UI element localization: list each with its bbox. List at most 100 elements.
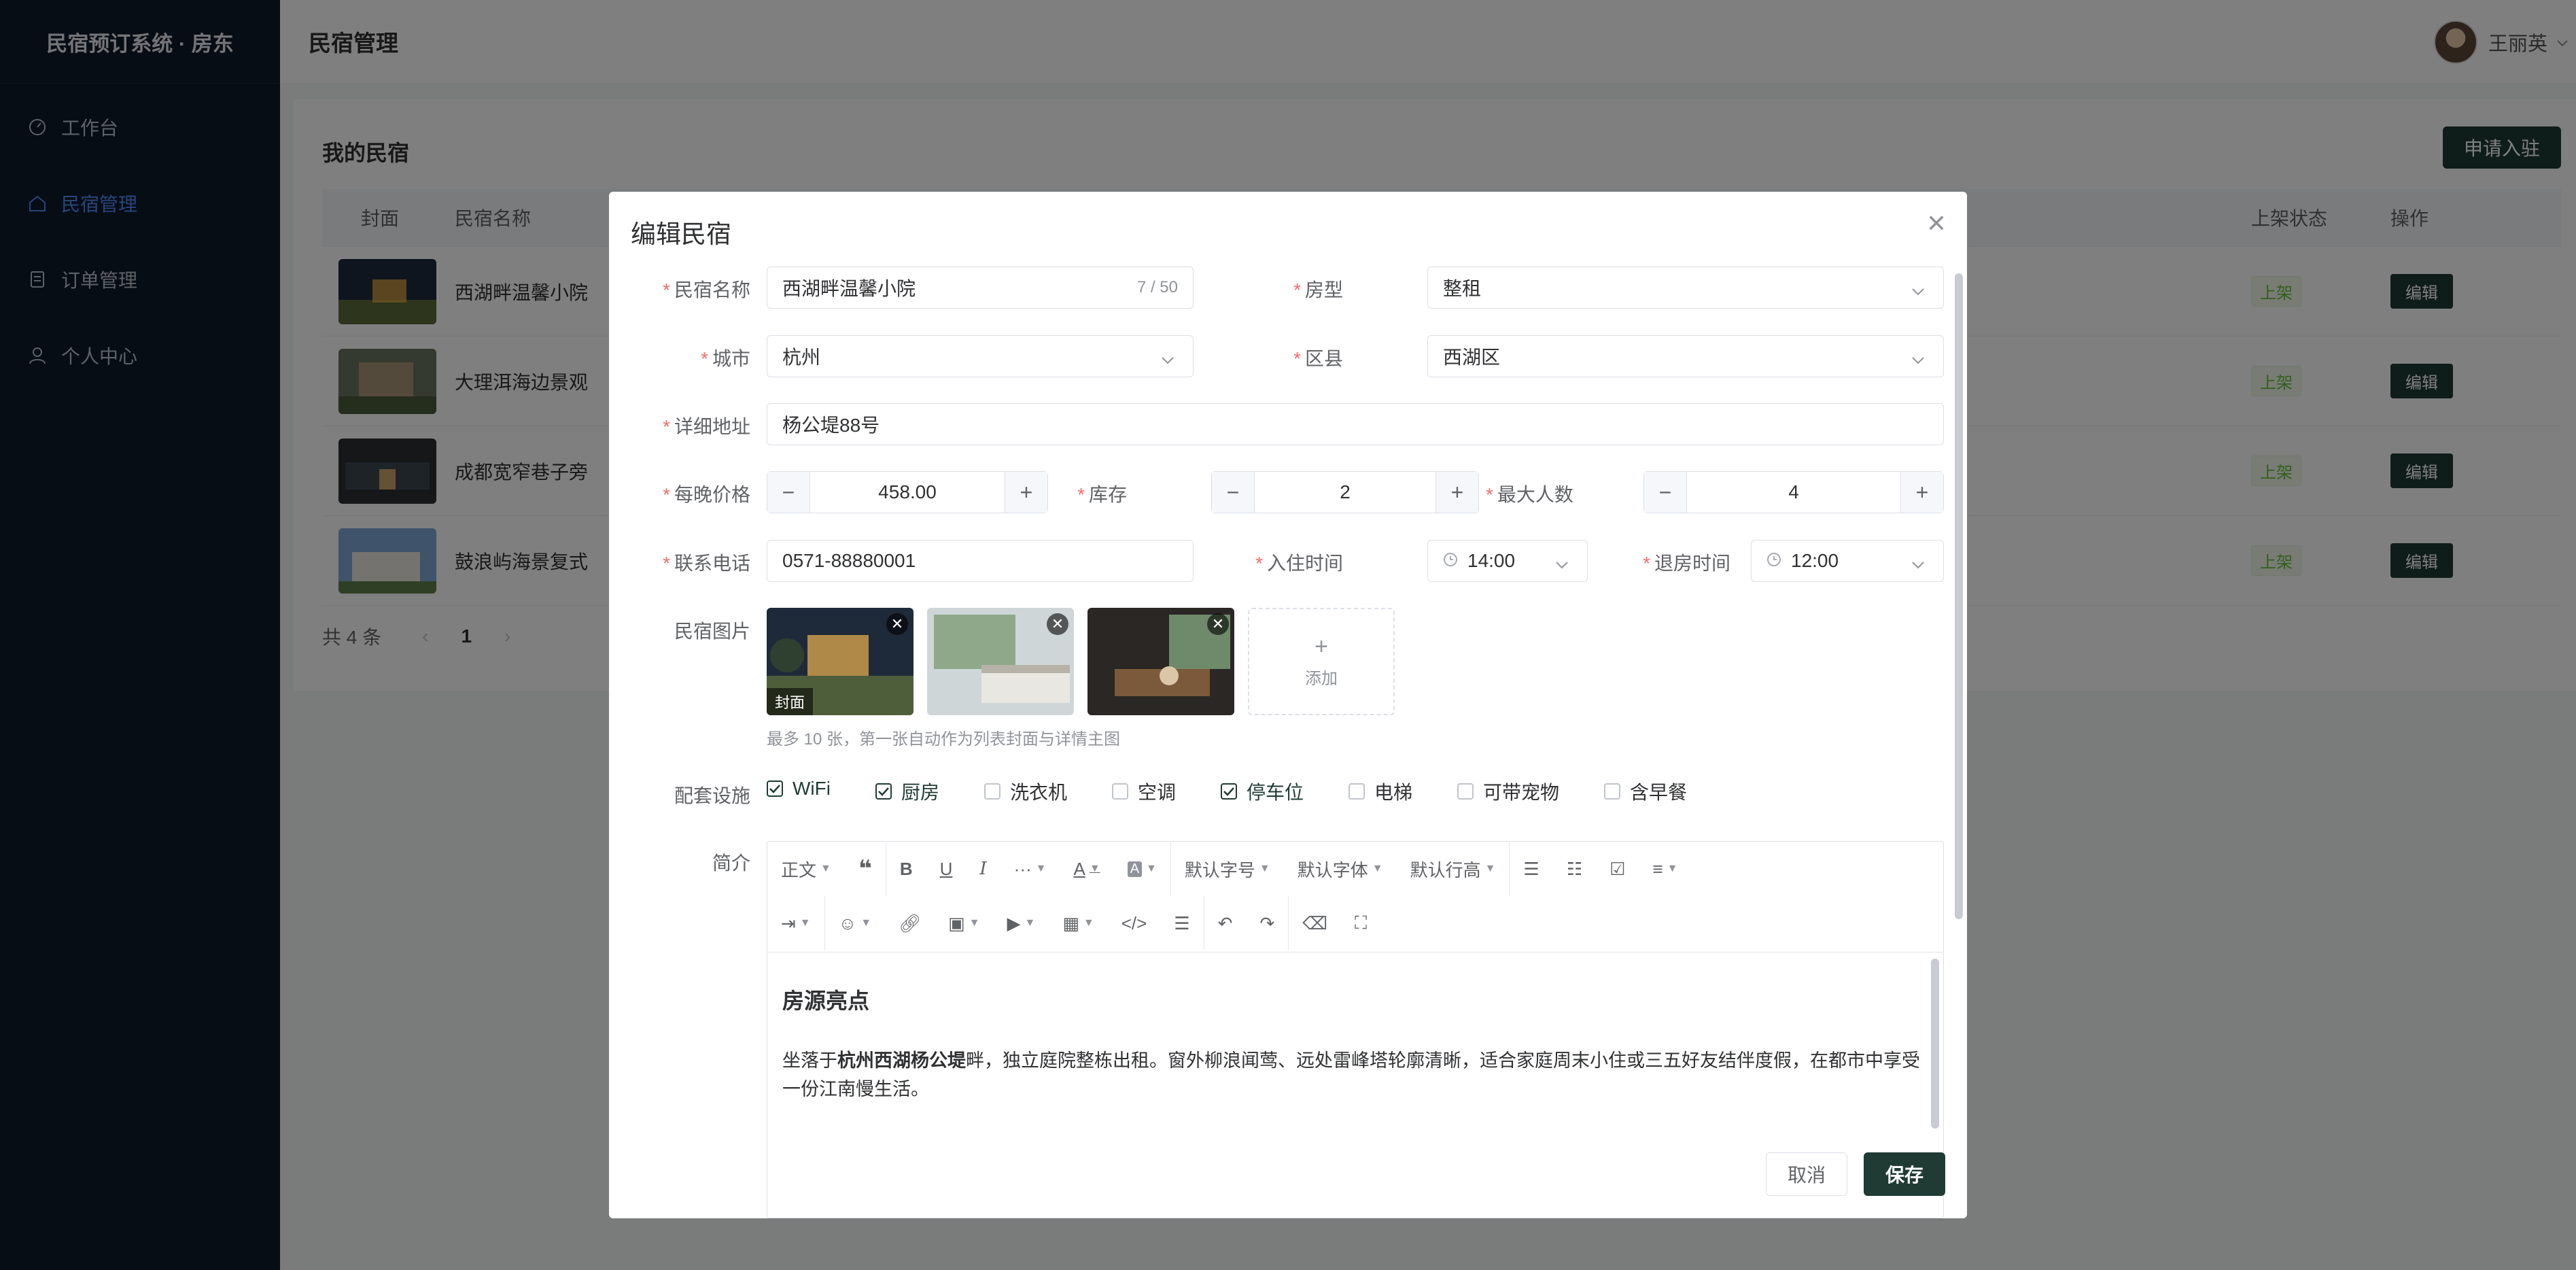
- facility-washer-checkbox[interactable]: 洗衣机: [984, 778, 1067, 805]
- address-input[interactable]: 杨公堤88号: [767, 403, 1944, 445]
- redo-icon[interactable]: ↷: [1246, 896, 1288, 950]
- video-icon[interactable]: ▶ ▼: [993, 896, 1049, 950]
- plus-icon[interactable]: +: [1005, 472, 1047, 513]
- code-icon[interactable]: </>: [1108, 896, 1161, 950]
- remove-photo-icon[interactable]: ✕: [886, 613, 908, 635]
- price-stepper[interactable]: − 458.00 +: [767, 471, 1048, 513]
- emoji-icon[interactable]: ☺ ▼: [825, 896, 885, 950]
- facility-parking-checkbox[interactable]: 停车位: [1221, 778, 1304, 805]
- font-size-dropdown[interactable]: 默认字号 ▼: [1171, 842, 1284, 896]
- checkbox-unchecked-icon: [1604, 783, 1620, 800]
- intro-heading: 房源亮点: [782, 989, 870, 1013]
- quote-icon[interactable]: ❝: [845, 842, 886, 896]
- room-type-select[interactable]: 整租: [1427, 267, 1944, 309]
- facilities-label: 配套设施: [674, 785, 750, 806]
- phone-input[interactable]: 0571-88880001: [767, 540, 1194, 582]
- edit-homestay-dialog: 编辑民宿 ✕ * 民宿名称 西湖畔温馨小院 7 / 50 * 房型 整租 * 城市 杭州…: [609, 192, 1967, 1218]
- checkbox-unchecked-icon: [1112, 783, 1128, 800]
- bullet-list-icon[interactable]: ☰: [1510, 842, 1552, 896]
- checkbox-unchecked-icon: [984, 783, 1000, 800]
- dialog-title: 编辑民宿: [631, 220, 731, 248]
- price-label: * 每晚价格: [663, 484, 750, 505]
- facility-kitchen-checkbox[interactable]: 厨房: [875, 778, 939, 805]
- facility-wifi-checkbox[interactable]: WiFi: [767, 778, 831, 800]
- photos-hint: 最多 10 张，第一张自动作为列表封面与详情主图: [767, 730, 1121, 749]
- line-height-dropdown[interactable]: 默认行高 ▼: [1397, 842, 1510, 896]
- cover-tag: 封面: [767, 688, 814, 715]
- photo-item[interactable]: ✕: [927, 608, 1074, 715]
- phone-label: * 联系电话: [663, 553, 750, 574]
- checkbox-unchecked-icon: [1348, 783, 1365, 800]
- char-count: 7 / 50: [1136, 278, 1178, 296]
- checkbox-unchecked-icon: [1457, 783, 1474, 800]
- address-label: * 详细地址: [663, 416, 750, 437]
- stock-label: * 库存: [1077, 484, 1127, 505]
- intro-label: 简介: [712, 853, 750, 874]
- editor-scrollbar[interactable]: [1931, 959, 1939, 1129]
- numbered-list-icon[interactable]: ☷: [1553, 842, 1596, 896]
- city-label: * 城市: [701, 348, 750, 369]
- todo-list-icon[interactable]: ☑: [1596, 842, 1639, 896]
- facility-ac-checkbox[interactable]: 空调: [1112, 778, 1176, 805]
- plus-icon[interactable]: +: [1435, 472, 1478, 513]
- paragraph-dropdown[interactable]: 正文 ▼: [767, 842, 845, 896]
- facility-elevator-checkbox[interactable]: 电梯: [1348, 778, 1412, 805]
- close-icon[interactable]: ✕: [1926, 209, 1947, 238]
- minus-icon[interactable]: −: [1644, 472, 1687, 513]
- chevron-down-icon: [1911, 553, 1926, 574]
- name-label: * 民宿名称: [663, 279, 750, 301]
- chevron-down-icon: [1160, 348, 1175, 370]
- fullscreen-icon[interactable]: ⛶: [1341, 896, 1380, 950]
- name-input[interactable]: 西湖畔温馨小院 7 / 50: [767, 267, 1194, 309]
- italic-icon[interactable]: I: [966, 842, 1000, 896]
- indent-icon[interactable]: ⇥ ▼: [767, 896, 824, 950]
- checkbox-checked-icon: [1221, 783, 1237, 800]
- stock-stepper[interactable]: − 2 +: [1211, 471, 1479, 513]
- save-button[interactable]: 保存: [1864, 1152, 1945, 1196]
- add-photo-button[interactable]: + 添加: [1248, 608, 1395, 715]
- chevron-down-icon: [1911, 279, 1926, 301]
- checkin-time-select[interactable]: 14:00: [1427, 540, 1588, 582]
- font-family-dropdown[interactable]: 默认字体 ▼: [1284, 842, 1397, 896]
- district-select[interactable]: 西湖区: [1427, 335, 1944, 377]
- remove-photo-icon[interactable]: ✕: [1047, 613, 1068, 635]
- chevron-down-icon: [1911, 348, 1926, 370]
- bold-icon[interactable]: B: [886, 842, 926, 896]
- max-guests-stepper[interactable]: − 4 +: [1643, 471, 1944, 513]
- dialog-scrollbar[interactable]: [1955, 273, 1963, 919]
- align-icon[interactable]: ≡ ▼: [1639, 842, 1691, 896]
- minus-icon[interactable]: −: [1212, 472, 1255, 513]
- checkout-time-select[interactable]: 12:00: [1751, 540, 1944, 582]
- cancel-button[interactable]: 取消: [1766, 1152, 1847, 1196]
- clear-format-icon[interactable]: ⌫: [1289, 896, 1341, 950]
- link-icon[interactable]: 🔗︎: [885, 896, 935, 950]
- type-label: * 房型: [1293, 279, 1343, 301]
- district-label: * 区县: [1293, 348, 1343, 369]
- checkout-label: * 退房时间: [1643, 553, 1730, 574]
- photo-item[interactable]: ✕ 封面: [767, 608, 913, 715]
- intro-paragraph: 坐落于杭州西湖杨公堤畔，独立庭院整栋出租。窗外柳浪闻莺、远处雷峰塔轮廓清晰，适合…: [782, 1050, 1920, 1099]
- facility-pets-checkbox[interactable]: 可带宠物: [1457, 778, 1559, 805]
- underline-icon[interactable]: U: [926, 842, 967, 896]
- facility-breakfast-checkbox[interactable]: 含早餐: [1604, 778, 1687, 805]
- background-color-icon[interactable]: A ▼: [1114, 842, 1170, 896]
- image-icon[interactable]: ▣ ▼: [935, 896, 993, 950]
- font-color-icon[interactable]: A ▼: [1060, 842, 1114, 896]
- more-format-icon[interactable]: ··· ▼: [1000, 842, 1060, 896]
- minus-icon[interactable]: −: [767, 472, 810, 513]
- clock-icon: [1766, 550, 1781, 572]
- remove-photo-icon[interactable]: ✕: [1207, 613, 1229, 635]
- city-select[interactable]: 杭州: [767, 335, 1194, 377]
- divider-icon[interactable]: ☰: [1160, 896, 1203, 950]
- photo-item[interactable]: ✕: [1087, 608, 1234, 715]
- max-guests-label: * 最大人数: [1486, 484, 1573, 505]
- plus-icon: +: [1315, 633, 1328, 659]
- chevron-down-icon: [1554, 553, 1569, 574]
- table-icon[interactable]: ▦ ▼: [1049, 896, 1107, 950]
- editor-toolbar: 正文 ▼ ❝ B U I ··· ▼ A ▼ A ▼ 默认字号 ▼ 默认字体 ▼ 默认行高 ▼…: [767, 842, 1943, 952]
- photos-label: 民宿图片: [674, 621, 750, 642]
- undo-icon[interactable]: ↶: [1204, 896, 1247, 950]
- plus-icon[interactable]: +: [1900, 472, 1943, 513]
- editor-content[interactable]: 房源亮点 坐落于杭州西湖杨公堤畔，独立庭院整栋出租。窗外柳浪闻莺、远处雷峰塔轮廓…: [767, 952, 1943, 1127]
- checkbox-checked-icon: [875, 783, 892, 800]
